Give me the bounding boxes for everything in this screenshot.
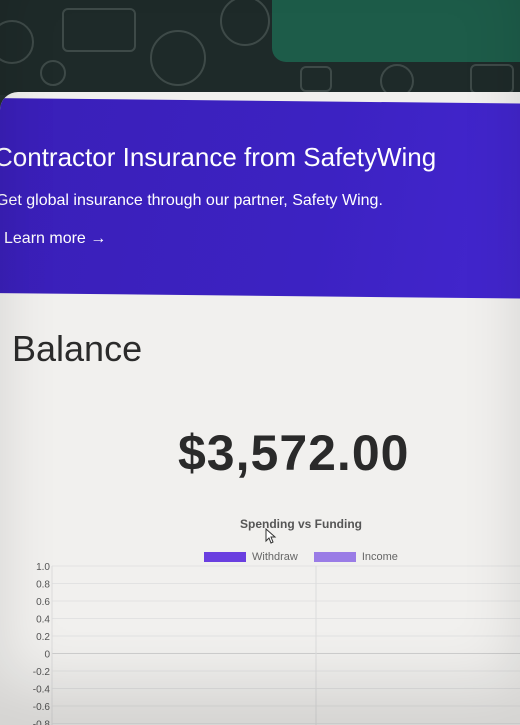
banner-subtitle: Get global insurance through our partner… (0, 192, 383, 209)
spending-chart: 1.0 0.8 0.6 0.4 0.2 0 -0.2 -0.4 -0.6 -0.8 (33, 562, 520, 725)
mouse-cursor-icon (265, 528, 277, 544)
y-tick-label: 0.4 (36, 615, 50, 626)
y-tick-label: 0.2 (36, 632, 50, 643)
balance-heading: Balance (12, 328, 143, 369)
photo-root: Contractor Insurance from SafetyWing Get… (0, 0, 520, 725)
y-tick-label: 1.0 (36, 562, 50, 573)
doodle-icon (150, 30, 206, 86)
doodle-icon (0, 20, 34, 64)
doodle-icon (300, 66, 332, 92)
y-tick-label: 0 (44, 650, 50, 661)
balance-amount: $3,572.00 (178, 425, 410, 481)
doodle-icon (40, 60, 66, 86)
y-tick-label: -0.6 (33, 702, 51, 713)
y-tick-label: 0.8 (36, 580, 50, 591)
learn-more-link[interactable]: Learn more → (4, 230, 106, 248)
banner-title: Contractor Insurance from SafetyWing (0, 142, 437, 172)
chat-message-bubble (272, 0, 520, 62)
y-tick-label: -0.4 (33, 685, 51, 696)
doodle-icon (220, 0, 270, 46)
monitor-screen: Contractor Insurance from SafetyWing Get… (0, 92, 520, 725)
chart-title: Spending vs Funding (240, 517, 362, 531)
y-tick-label: -0.8 (33, 720, 51, 725)
doodle-icon (62, 8, 136, 52)
y-tick-label: -0.2 (33, 667, 51, 678)
doodle-icon (470, 64, 514, 94)
y-tick-label: 0.6 (36, 597, 50, 608)
